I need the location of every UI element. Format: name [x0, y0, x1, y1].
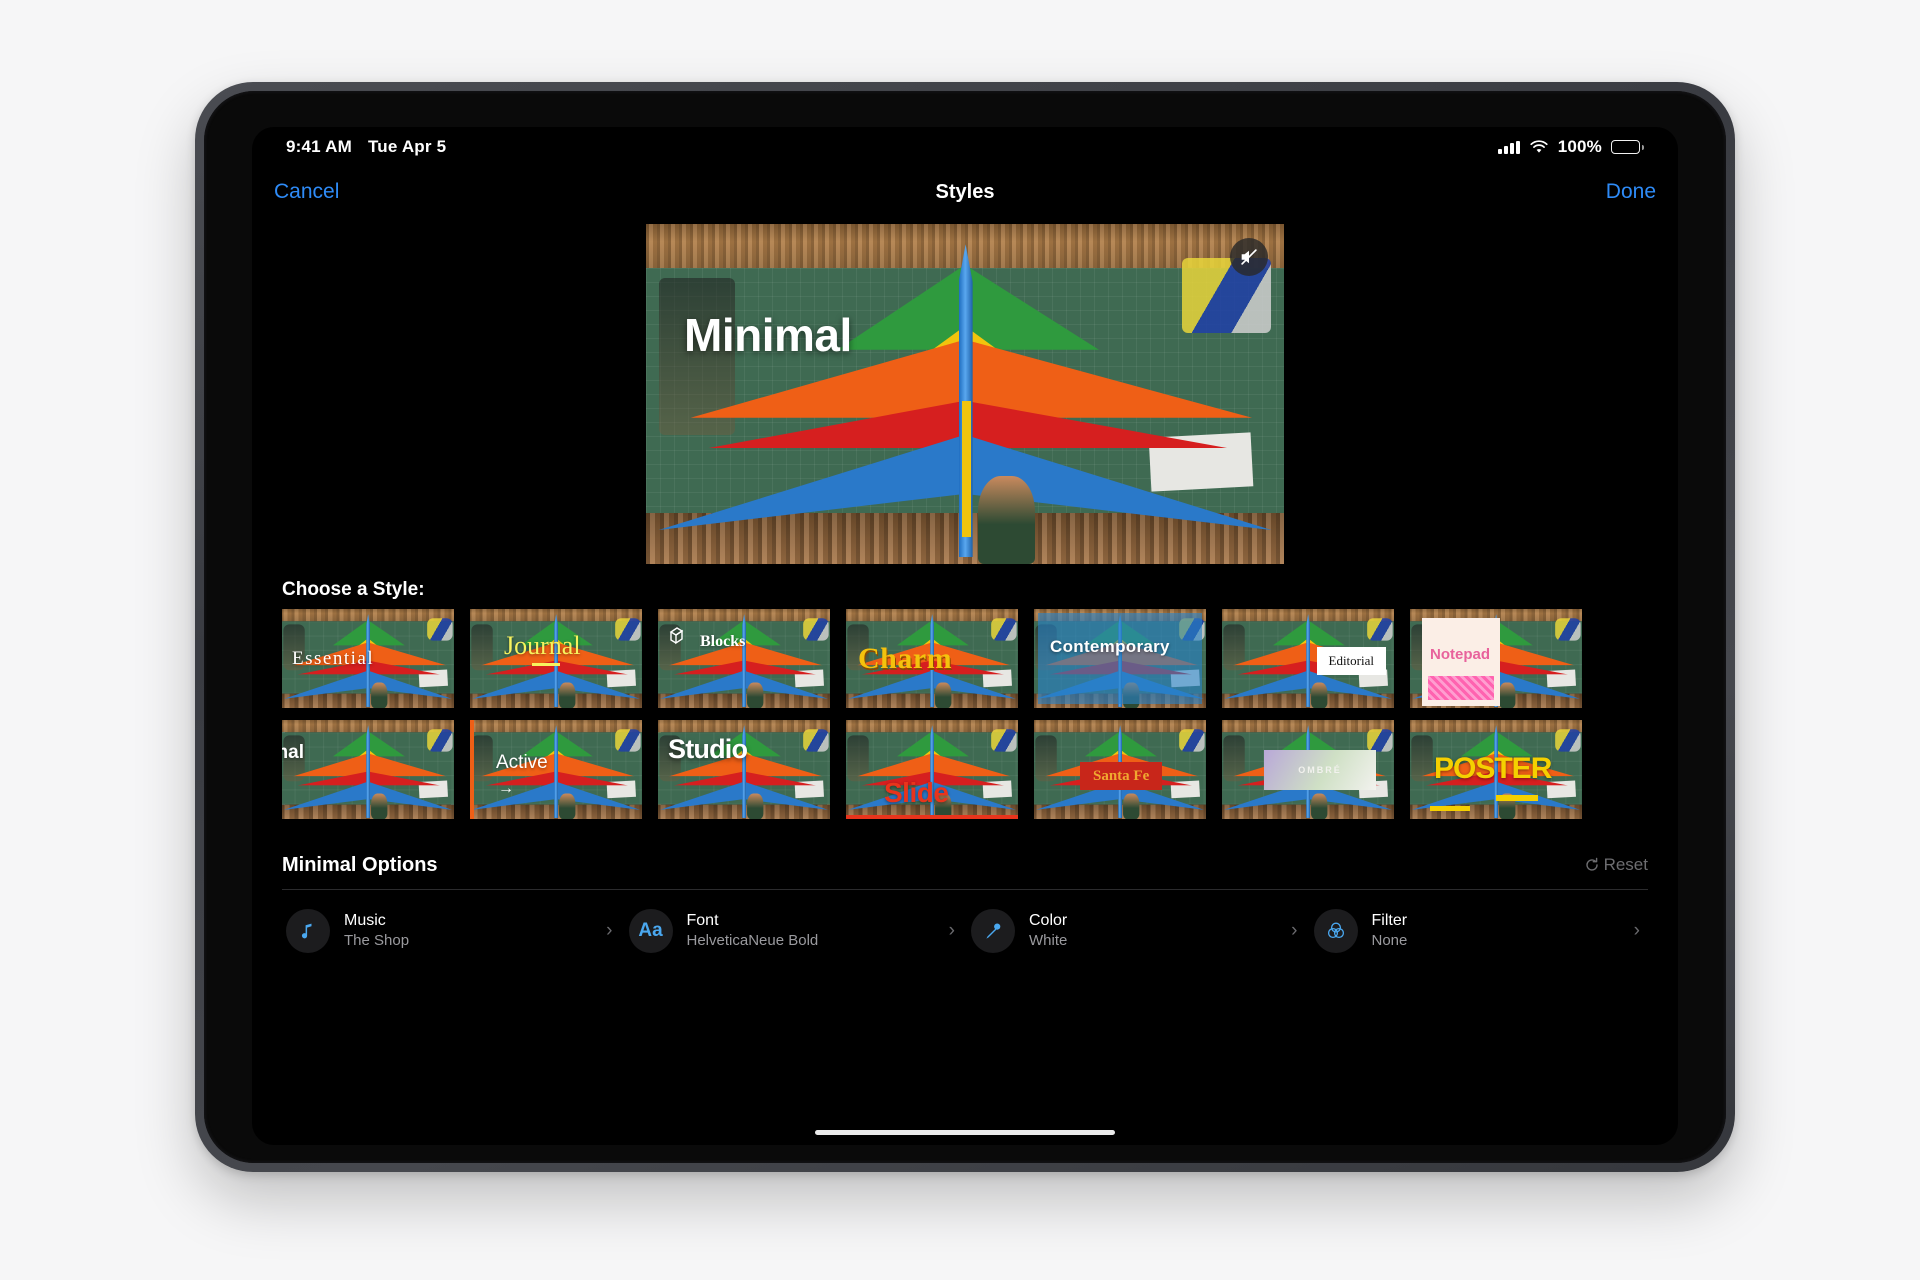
video-preview[interactable]: Minimal	[646, 224, 1284, 564]
status-bar: 9:41 AM Tue Apr 5 100%	[252, 127, 1678, 167]
style-label: Santa Fe	[1093, 768, 1150, 784]
option-filter[interactable]: Filter None ›	[1308, 895, 1651, 967]
battery-full-icon	[1611, 140, 1644, 154]
chevron-right-icon: ›	[1291, 920, 1298, 941]
option-title: Font	[686, 912, 719, 930]
reset-label: Reset	[1603, 855, 1648, 874]
style-label: Notepad	[1430, 646, 1490, 663]
options-title: Minimal Options	[282, 853, 438, 876]
preview-style-title: Minimal	[684, 309, 852, 361]
navigation-bar: Cancel Done Styles	[252, 167, 1678, 217]
style-row-2: imal Activ	[252, 720, 1678, 819]
style-label: Essential	[292, 647, 375, 669]
mute-speaker-icon[interactable]	[1230, 238, 1268, 276]
notepad-title-card: Notepad	[1422, 618, 1500, 706]
poster-accent-bar-right	[1496, 795, 1538, 801]
style-label: imal	[282, 742, 305, 763]
reset-circular-arrow-icon	[1585, 857, 1598, 871]
cellular-bars-icon	[1498, 140, 1520, 154]
status-date: Tue Apr 5	[367, 137, 447, 156]
option-value: The Shop	[344, 932, 410, 950]
status-bar-right: 100%	[1498, 137, 1644, 157]
contemporary-blue-overlay	[1038, 613, 1202, 704]
option-font-text: Font HelveticaNeue Bold	[687, 911, 935, 951]
style-thumb-ombre[interactable]: OMBRÉ	[1222, 720, 1394, 819]
page-title: Styles	[935, 180, 995, 203]
blocks-cube-icon	[669, 627, 684, 645]
style-thumb-slide[interactable]: Slide	[846, 720, 1018, 819]
arrow-right-icon: →	[498, 780, 514, 797]
style-thumb-poster[interactable]: POSTER	[1410, 720, 1582, 819]
option-music[interactable]: Music The Shop ›	[280, 895, 623, 967]
option-title: Filter	[1371, 912, 1408, 930]
chevron-right-icon: ›	[948, 920, 955, 941]
option-value: White	[1029, 932, 1068, 950]
notepad-swatch	[1428, 676, 1494, 700]
ipad-device-frame: 9:41 AM Tue Apr 5 100% Cancel Done Style…	[195, 82, 1735, 1172]
poster-accent-bar-left	[1430, 806, 1470, 811]
style-thumb-editorial[interactable]: Editorial	[1222, 609, 1394, 708]
option-value: HelveticaNeue Bold	[686, 932, 819, 950]
reset-button[interactable]: Reset	[1584, 855, 1648, 875]
style-thumb-journal[interactable]: Journal	[470, 609, 642, 708]
options-divider	[282, 889, 1648, 890]
style-thumb-blocks[interactable]: Blocks	[658, 609, 830, 708]
options-row: Music The Shop › Aa Font HelveticaNeue B…	[252, 895, 1678, 967]
status-time: 9:41 AM	[286, 137, 352, 156]
style-label: Journal	[504, 631, 581, 660]
font-aa-icon: Aa	[628, 909, 673, 953]
ombre-title-card: OMBRÉ	[1264, 750, 1376, 790]
wifi-icon	[1530, 140, 1548, 153]
status-bar-left: 9:41 AM Tue Apr 5	[286, 137, 446, 157]
chevron-right-icon: ›	[1633, 920, 1640, 941]
option-font[interactable]: Aa Font HelveticaNeue Bold ›	[623, 895, 966, 967]
battery-percent-label: 100%	[1557, 137, 1602, 156]
style-label: Blocks	[700, 633, 746, 650]
style-thumb-minimal[interactable]: imal	[282, 720, 454, 819]
ipad-bezel: 9:41 AM Tue Apr 5 100% Cancel Done Style…	[204, 91, 1726, 1163]
style-label: Studio	[668, 734, 748, 764]
ipad-screen: 9:41 AM Tue Apr 5 100% Cancel Done Style…	[252, 127, 1678, 1145]
chevron-right-icon: ›	[606, 920, 613, 941]
style-thumb-studio[interactable]: Studio	[658, 720, 830, 819]
done-button[interactable]: Done	[1606, 180, 1656, 204]
style-label: Contemporary	[1050, 637, 1170, 656]
style-thumb-active[interactable]: Active →	[470, 720, 642, 819]
santa-fe-title-card: Santa Fe	[1080, 762, 1163, 790]
style-label: Charm	[858, 641, 953, 675]
style-label: Slide	[884, 777, 949, 808]
active-accent-bar	[470, 720, 474, 819]
options-header: Minimal Options Reset	[252, 845, 1678, 885]
editorial-title-card: Editorial	[1316, 647, 1386, 675]
option-title: Color	[1029, 912, 1068, 930]
filter-circles-icon	[1313, 909, 1358, 953]
option-music-text: Music The Shop	[344, 911, 592, 951]
style-label: OMBRÉ	[1298, 765, 1342, 775]
option-color-text: Color White	[1029, 911, 1277, 951]
style-thumb-notepad[interactable]: Notepad	[1410, 609, 1582, 708]
preview-area: Minimal	[252, 219, 1678, 569]
option-color[interactable]: Color White ›	[965, 895, 1308, 967]
cancel-button[interactable]: Cancel	[274, 180, 339, 204]
style-thumb-essential[interactable]: Essential	[282, 609, 454, 708]
style-thumb-santa-fe[interactable]: Santa Fe	[1034, 720, 1206, 819]
style-label: Editorial	[1328, 653, 1375, 668]
option-title: Music	[344, 912, 386, 930]
style-label: Active	[496, 752, 548, 773]
style-thumb-charm[interactable]: Charm	[846, 609, 1018, 708]
style-label: POSTER	[1434, 752, 1552, 785]
music-note-icon	[286, 909, 330, 953]
style-row-1: Essential Journal Blocks Charm Contempor…	[252, 609, 1678, 708]
page-root: 9:41 AM Tue Apr 5 100% Cancel Done Style…	[0, 0, 1920, 1280]
option-value: None	[1371, 932, 1408, 950]
kite-scene-image	[646, 224, 1284, 564]
style-grid: Essential Journal Blocks Charm Contempor…	[252, 609, 1678, 831]
eyedropper-icon	[971, 909, 1015, 953]
option-filter-text: Filter None	[1372, 911, 1620, 951]
journal-underline	[532, 663, 560, 666]
home-indicator[interactable]	[815, 1130, 1115, 1135]
style-thumb-contemporary[interactable]: Contemporary	[1034, 609, 1206, 708]
slide-accent-bar	[846, 815, 1018, 819]
choose-style-label: Choose a Style:	[282, 579, 425, 600]
